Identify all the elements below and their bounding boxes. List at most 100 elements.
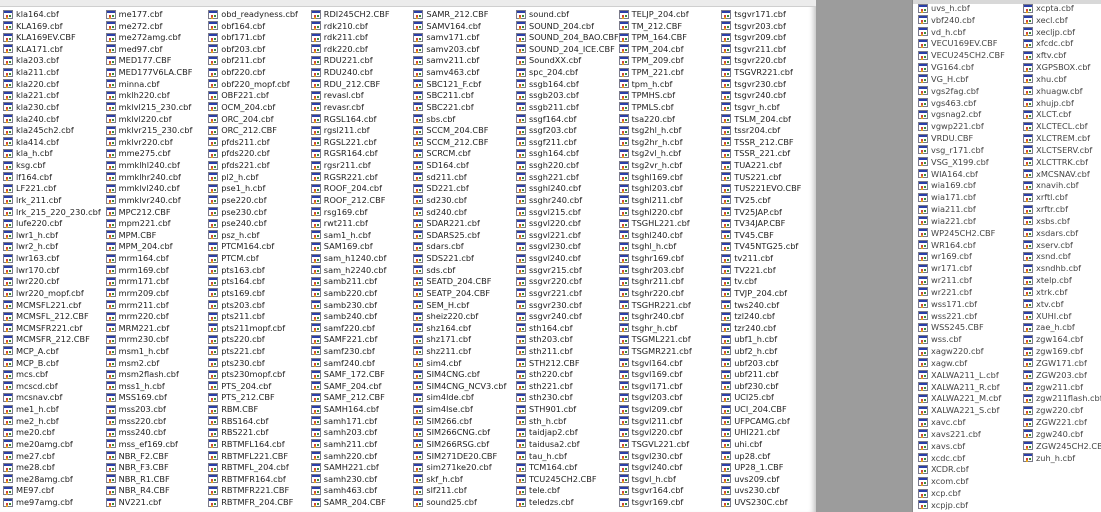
file-item[interactable]: me177.cbf xyxy=(105,9,162,20)
file-item[interactable]: kla211.cbf xyxy=(3,67,59,78)
file-item[interactable]: MED177.CBF xyxy=(105,55,171,66)
file-item[interactable]: lwr163.cbf xyxy=(3,253,59,264)
file-item[interactable]: SAMV164.cbf xyxy=(413,20,481,31)
file-item[interactable]: TSGHR221.cbf xyxy=(618,299,691,310)
file-item[interactable]: TPM_204.cbf xyxy=(618,43,684,54)
file-item[interactable]: zae_h.cbf xyxy=(1023,322,1075,333)
file-item[interactable]: VRDU.CBF xyxy=(918,133,973,144)
file-item[interactable]: TVJP_204.cbf xyxy=(721,287,787,298)
file-item[interactable]: SoundXX.cbf xyxy=(516,55,581,66)
file-item[interactable]: kla164.cbf xyxy=(3,9,59,20)
file-item[interactable]: me1_h.cbf xyxy=(3,404,59,415)
file-item[interactable]: TSSR_221.cbf xyxy=(721,148,790,159)
file-item[interactable]: SIM271DE20.CBF xyxy=(413,450,497,461)
file-item[interactable]: tau_h.cbf xyxy=(516,450,567,461)
file-item[interactable]: mklvr220.cbf xyxy=(105,136,173,147)
file-item[interactable]: wia171.cbf xyxy=(918,192,976,203)
file-item[interactable]: rgsr211.cbf xyxy=(310,160,371,171)
file-item[interactable]: TPM_209.cbf xyxy=(618,55,684,66)
file-item[interactable]: TCM164.cbf xyxy=(516,462,577,473)
file-item[interactable]: TSGHL221.cbf xyxy=(618,218,690,229)
file-item[interactable]: mcsnav.cbf xyxy=(3,392,62,403)
file-item[interactable]: lwr220_mopf.cbf xyxy=(3,287,84,298)
file-item[interactable]: XLCT.cbf xyxy=(1023,109,1071,120)
file-item[interactable]: RGSL164.cbf xyxy=(310,113,376,124)
file-item[interactable]: sd211.cbf xyxy=(413,171,467,182)
file-item[interactable]: uhi.cbf xyxy=(721,438,762,449)
file-item[interactable]: WSS245.CBF xyxy=(918,322,984,333)
file-item[interactable]: tsgvl_h.cbf xyxy=(618,473,676,484)
file-item[interactable]: sam_h1240.cbf xyxy=(310,253,386,264)
file-item[interactable]: SAMF_172.CBF xyxy=(310,369,385,380)
file-item[interactable]: ssgvl215.cbf xyxy=(516,206,581,217)
file-item[interactable]: MPM_204.cbf xyxy=(105,241,173,252)
file-item[interactable]: obf220_mopf.cbf xyxy=(208,78,290,89)
file-item[interactable]: pse230.cbf xyxy=(208,206,267,217)
file-item[interactable]: XCDR.cbf xyxy=(918,464,969,475)
file-item[interactable]: SAMF_204.cbf xyxy=(310,380,381,391)
file-item[interactable]: tsgvr240.cbf xyxy=(721,90,786,101)
file-item[interactable]: XLCTECL.cbf xyxy=(1023,121,1088,132)
file-item[interactable]: SIM4CNG.cbf xyxy=(413,369,480,380)
file-item[interactable]: pts203.cbf xyxy=(208,299,265,310)
file-item[interactable]: mss1_h.cbf xyxy=(105,380,165,391)
file-item[interactable]: ssgvr215.cbf xyxy=(516,264,582,275)
file-item[interactable]: vbf240.cbf xyxy=(918,14,975,25)
file-item[interactable]: samf220.cbf xyxy=(310,322,375,333)
file-item[interactable]: sth220.cbf xyxy=(516,369,572,380)
file-item[interactable]: uvs_h.cbf xyxy=(918,3,970,14)
file-item[interactable]: XLCTREM.cbf xyxy=(1023,133,1090,144)
file-item[interactable]: wia221.cbf xyxy=(918,215,976,226)
file-item[interactable]: mmklhr240.cbf xyxy=(105,171,181,182)
file-item[interactable]: tsgvl211.cbf xyxy=(618,415,682,426)
file-item[interactable]: KLA169EV.CBF xyxy=(3,32,76,43)
file-item[interactable]: SAMR_212.CBF xyxy=(413,9,488,20)
file-item[interactable]: xcpjp.cbf xyxy=(918,499,968,510)
file-item[interactable]: SIM266CNG.cbf xyxy=(413,427,490,438)
file-item[interactable]: TPM_164.CBF xyxy=(618,32,687,43)
file-item[interactable]: samb211.cbf xyxy=(310,276,377,287)
file-item[interactable]: tsgvl230.cbf xyxy=(618,450,682,461)
file-item[interactable]: xsnd.cbf xyxy=(1023,251,1071,262)
file-item[interactable]: TSGVL221.cbf xyxy=(618,438,689,449)
file-item[interactable]: ssgf203.cbf xyxy=(516,125,576,136)
file-item[interactable]: TELJP_204.cbf xyxy=(618,9,689,20)
file-item[interactable]: WP245CH2.CBF xyxy=(918,227,995,238)
file-item[interactable]: zgw211flash.cbf xyxy=(1023,393,1101,404)
file-item[interactable]: spc_204.cbf xyxy=(516,67,578,78)
file-item[interactable]: vgs463.cbf xyxy=(918,97,976,108)
file-item[interactable]: SAMH164.cbf xyxy=(310,404,379,415)
file-item[interactable]: tsa220.cbf xyxy=(618,113,675,124)
file-item[interactable]: psz_h.cbf xyxy=(208,229,259,240)
file-item[interactable]: ksg.cbf xyxy=(3,160,45,171)
file-item[interactable]: RBTMFR221.CBF xyxy=(208,485,289,496)
file-item[interactable]: ssgvr240.cbf xyxy=(516,311,582,322)
file-item[interactable]: sim271ke20.cbf xyxy=(413,462,492,473)
file-item[interactable]: sim4lde.cbf xyxy=(413,392,474,403)
file-item[interactable]: msm1_h.cbf xyxy=(105,345,169,356)
file-item[interactable]: MCP_A.cbf xyxy=(3,345,58,356)
file-item[interactable]: sbs.cbf xyxy=(413,113,455,124)
file-item[interactable]: tsgvl171.cbf xyxy=(618,380,682,391)
file-item[interactable]: UVS230C.cbf xyxy=(721,497,788,508)
file-item[interactable]: RGSR221.cbf xyxy=(310,171,378,182)
file-item[interactable]: WIA164.cbf xyxy=(918,168,978,179)
file-item[interactable]: VG_H.cbf xyxy=(918,73,968,84)
file-item[interactable]: zgw240.cbf xyxy=(1023,428,1083,439)
file-item[interactable]: mss240.cbf xyxy=(105,427,166,438)
file-item[interactable]: tsghr240.cbf xyxy=(618,311,684,322)
file-item[interactable]: TUA221.cbf xyxy=(721,160,782,171)
file-item[interactable]: sound25.cbf xyxy=(413,497,477,508)
file-item[interactable]: SDAR221.cbf xyxy=(413,218,480,229)
file-item[interactable]: NV221.cbf xyxy=(105,497,161,508)
file-item[interactable]: kla245ch2.cbf xyxy=(3,125,74,136)
file-item[interactable]: xfcdc.cbf xyxy=(1023,38,1073,49)
file-item[interactable]: SCRCM.cbf xyxy=(413,148,471,159)
file-item[interactable]: tzl240.cbf xyxy=(721,311,775,322)
file-item[interactable]: mpm221.cbf xyxy=(105,218,171,229)
file-item[interactable]: RBS164.cbf xyxy=(208,415,268,426)
file-item[interactable]: obd_readyness.cbf xyxy=(208,9,298,20)
file-item[interactable]: shz164.cbf xyxy=(413,322,471,333)
file-item[interactable]: rgsl211.cbf xyxy=(310,125,370,136)
file-item[interactable]: VECU245CH2.CBF xyxy=(918,50,1005,61)
